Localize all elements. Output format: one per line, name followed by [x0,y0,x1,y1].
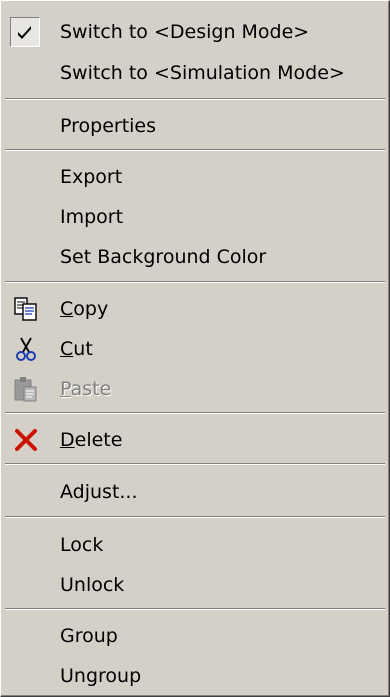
menu-item-export[interactable]: Export [4,158,386,196]
menu-item-label: Lock [60,534,104,556]
menu-item-import[interactable]: Import [4,198,386,236]
menu-separator [5,149,385,151]
menu-item-label: Export [60,166,123,188]
menu-separator [5,608,385,610]
context-menu: Switch to <Design Mode> Switch to <Simul… [0,0,390,697]
menu-separator [5,281,385,283]
menu-item-ungroup[interactable]: Ungroup [4,657,386,695]
menu-item-switch-simulation-mode[interactable]: Switch to <Simulation Mode> [4,54,386,92]
menu-item-delete[interactable]: Delete [4,421,386,459]
menu-item-label: Ungroup [60,665,142,687]
menu-item-adjust[interactable]: Adjust... [4,473,386,511]
menu-item-label: Delete [60,429,123,451]
menu-item-switch-design-mode[interactable]: Switch to <Design Mode> [4,13,386,51]
menu-item-label: Set Background Color [60,246,267,268]
menu-separator [5,463,385,465]
menu-item-group[interactable]: Group [4,617,386,655]
copy-icon [12,295,40,323]
menu-item-label: Switch to <Design Mode> [60,21,310,43]
menu-separator [5,98,385,100]
menu-item-label: Group [60,625,118,647]
menu-item-label: Unlock [60,574,125,596]
menu-item-label: Switch to <Simulation Mode> [60,62,345,84]
delete-icon [12,426,40,454]
menu-item-label: Paste [60,378,112,400]
menu-item-label: Copy [60,298,109,320]
menu-item-set-background-color[interactable]: Set Background Color [4,238,386,276]
menu-separator [5,516,385,518]
menu-item-label: Import [60,206,124,228]
check-icon [10,17,40,47]
menu-item-label: Cut [60,338,93,360]
menu-item-label: Adjust... [60,481,138,503]
menu-item-lock[interactable]: Lock [4,526,386,564]
menu-item-copy[interactable]: Copy [4,290,386,328]
paste-icon [12,375,40,403]
menu-item-properties[interactable]: Properties [4,107,386,145]
menu-item-unlock[interactable]: Unlock [4,566,386,604]
cut-icon [12,335,40,363]
menu-item-label: Properties [60,115,157,137]
menu-item-cut[interactable]: Cut [4,330,386,368]
menu-item-paste[interactable]: Paste [4,370,386,408]
menu-separator [5,412,385,414]
